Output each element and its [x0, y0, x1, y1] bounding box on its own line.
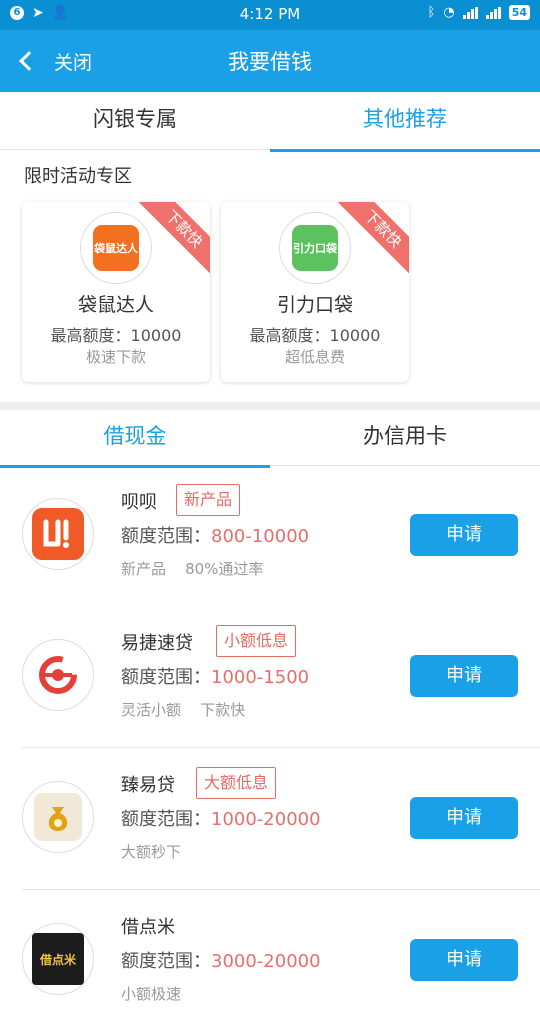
- promo-card-yinli[interactable]: 引力口袋 下款快 引力口袋 最高额度：10000 超低息费: [221, 202, 409, 382]
- promo-name: 袋鼠达人: [77, 294, 154, 316]
- tab-borrow-cash[interactable]: 借现金: [0, 410, 270, 468]
- loan-badge: 小额低息: [216, 625, 297, 657]
- daishu-logo-icon: 袋鼠达人: [93, 225, 139, 271]
- jiedianmi-logo-icon: 借点米: [32, 933, 84, 985]
- loan-item-beibei[interactable]: 呗呗 新产品 额度范围：800-10000 新产品 80%通过率 申请: [0, 466, 540, 607]
- promo-card-daishu[interactable]: 袋鼠达人 下款快 袋鼠达人 最高额度：10000 极速下款: [22, 202, 210, 382]
- range-value: 800-10000: [211, 526, 310, 547]
- zhenyidai-icon: [22, 781, 94, 853]
- promo-name: 引力口袋: [276, 294, 353, 316]
- signal-icon: [462, 6, 478, 19]
- range-label: 额度范围：: [121, 951, 211, 972]
- promo-tag: 极速下款: [85, 348, 146, 366]
- loan-range: 额度范围：1000-20000: [121, 805, 321, 831]
- range-value: 1000-1500: [211, 667, 310, 688]
- loan-badge: 大额低息: [196, 767, 277, 799]
- apply-button[interactable]: 申请: [410, 514, 518, 556]
- jiedianmi-icon: 借点米: [22, 923, 94, 995]
- yinli-logo-icon: 引力口袋: [292, 225, 338, 271]
- top-tabs: 闪银专属 其他推荐: [0, 92, 540, 152]
- promo-logo-ring: 引力口袋: [279, 212, 351, 284]
- loan-tags: 大额秒下: [121, 843, 182, 861]
- beibei-icon: [22, 498, 94, 570]
- yijie-icon: [22, 639, 94, 711]
- promo-section-title: 限时活动专区: [24, 166, 132, 187]
- range-label: 额度范围：: [121, 526, 211, 547]
- loan-name: 臻易贷: [121, 775, 175, 796]
- battery-icon: 54: [508, 5, 530, 20]
- page-title: 我要借钱: [228, 50, 312, 74]
- loan-range: 额度范围：3000-20000: [121, 947, 321, 973]
- loan-range: 额度范围：1000-1500: [121, 663, 309, 689]
- range-label: 额度范围：: [121, 809, 211, 830]
- apply-button[interactable]: 申请: [410, 797, 518, 839]
- nav-bar: 关闭 我要借钱: [0, 30, 540, 92]
- loan-item-jiedianmi[interactable]: 借点米 借点米 额度范围：3000-20000 小额极速 申请: [0, 891, 540, 1032]
- zhenyidai-logo-icon: [34, 793, 82, 841]
- loan-item-yijie[interactable]: 易捷速贷 小额低息 额度范围：1000-1500 灵活小额 下款快 申请: [0, 607, 540, 748]
- sub-tabs: 借现金 办信用卡: [0, 410, 540, 468]
- loan-name: 借点米: [121, 917, 175, 938]
- wifi-icon: ◔: [443, 5, 455, 20]
- status-right: ᛒ ◔ 54: [428, 5, 530, 20]
- status-bar: 6 ➤ 👤 4:12 PM ᛒ ◔ 54: [0, 0, 540, 30]
- beibei-logo-icon: [32, 508, 84, 560]
- loan-tags: 灵活小额 下款快: [121, 701, 246, 719]
- loan-badge: 新产品: [176, 484, 241, 516]
- loan-tags: 新产品 80%通过率: [121, 560, 264, 578]
- bluetooth-icon: ᛒ: [427, 5, 436, 20]
- tab-shanyin-exclusive[interactable]: 闪银专属: [0, 92, 270, 149]
- signal-icon-2: [485, 6, 501, 19]
- yijie-logo-icon: [39, 656, 77, 694]
- range-value: 1000-20000: [211, 809, 321, 830]
- apply-button[interactable]: 申请: [410, 655, 518, 697]
- promo-tag: 超低息费: [284, 348, 345, 366]
- loan-name: 易捷速贷: [121, 633, 193, 654]
- promo-logo-ring: 袋鼠达人: [80, 212, 152, 284]
- loan-tags: 小额极速: [121, 985, 182, 1003]
- loan-name: 呗呗: [121, 492, 157, 513]
- tab-other-recommend[interactable]: 其他推荐: [270, 92, 540, 152]
- row-divider: [22, 747, 540, 748]
- row-divider: [22, 889, 540, 890]
- range-value: 3000-20000: [211, 951, 321, 972]
- loan-range: 额度范围：800-10000: [121, 522, 309, 548]
- apply-button[interactable]: 申请: [410, 939, 518, 981]
- range-label: 额度范围：: [121, 667, 211, 688]
- tab-credit-card[interactable]: 办信用卡: [270, 410, 540, 465]
- promo-limit: 最高额度：10000: [249, 326, 381, 345]
- section-divider: [0, 402, 540, 410]
- promo-limit: 最高额度：10000: [50, 326, 182, 345]
- loan-item-zhenyidai[interactable]: 臻易贷 大额低息 额度范围：1000-20000 大额秒下 申请: [0, 749, 540, 890]
